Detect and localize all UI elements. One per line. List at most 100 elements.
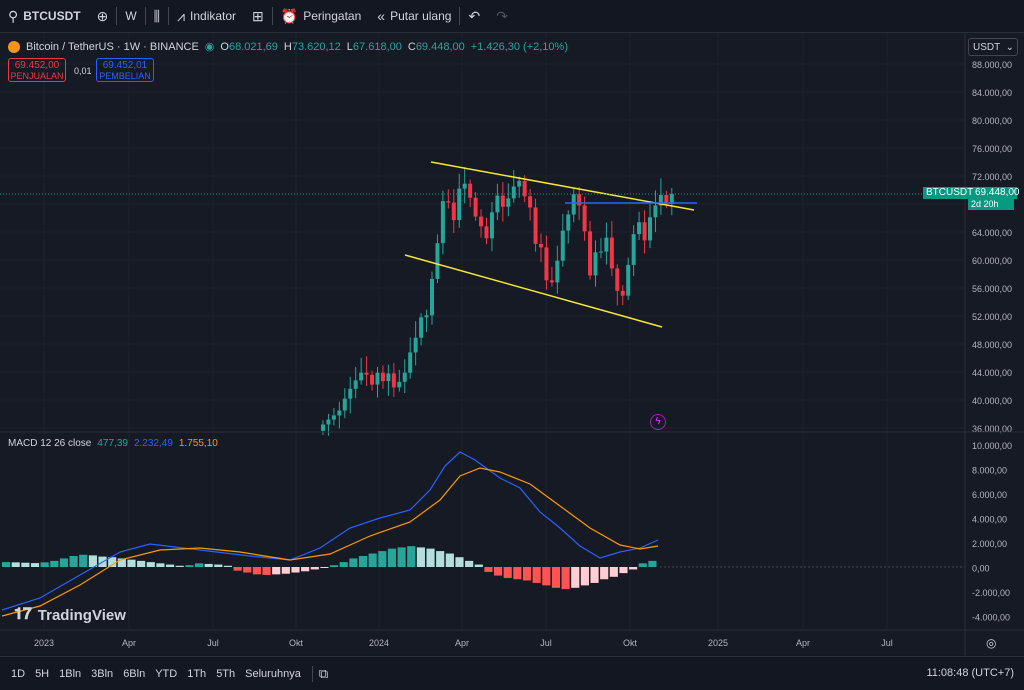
- candle-body: [631, 234, 636, 265]
- close-value: 69.448,00: [415, 40, 465, 53]
- candle-body: [560, 230, 565, 261]
- time-tick-label: Apr: [122, 638, 136, 648]
- candle-body: [391, 373, 396, 388]
- macd-histogram-bar: [301, 567, 310, 572]
- macd-histogram-bar: [69, 555, 78, 567]
- macd-histogram-bar: [358, 555, 368, 567]
- macd-signal-value: 1.755,10: [178, 438, 218, 449]
- candle-body: [446, 201, 451, 203]
- time-tick-label: Jul: [540, 638, 552, 648]
- macd-histogram-bar: [494, 567, 503, 576]
- macd-histogram-bar: [349, 558, 358, 567]
- price-tick-label: 40.000,00: [972, 396, 1012, 406]
- macd-histogram-bar: [2, 562, 11, 567]
- range-button-seluruhnya[interactable]: Seluruhnya: [240, 668, 306, 680]
- eye-icon[interactable]: ◉: [205, 40, 215, 53]
- macd-histogram-bar: [11, 562, 20, 567]
- macd-legend: MACD 12 26 close 477,39 2.232,49 1.755,1…: [8, 438, 218, 449]
- chevron-down-icon: ⌄: [1005, 42, 1014, 53]
- range-button-5h[interactable]: 5H: [30, 668, 54, 680]
- candle-body: [495, 195, 500, 213]
- price-tick-label: 60.000,00: [972, 256, 1012, 266]
- candle-body: [462, 183, 467, 189]
- price-tick-label: 76.000,00: [972, 144, 1012, 154]
- time-tick-label: Apr: [796, 638, 810, 648]
- macd-histogram-bar: [204, 563, 213, 567]
- price-tick-label: 84.000,00: [972, 88, 1012, 98]
- candle-body: [533, 207, 538, 244]
- macd-histogram-bar: [600, 567, 609, 580]
- candle-body: [511, 186, 516, 199]
- macd-histogram-bar: [214, 564, 223, 567]
- macd-histogram-bar: [40, 562, 49, 567]
- candle-body: [489, 212, 494, 239]
- price-tick-label: 44.000,00: [972, 368, 1012, 378]
- candle-body: [321, 424, 325, 431]
- candle-body: [413, 337, 418, 353]
- price-chart[interactable]: 88.000,00 84.000,00 80.000,00 76.000,00 72.0…: [0, 0, 1024, 656]
- range-button-6bln[interactable]: 6Bln: [118, 668, 150, 680]
- candle-body: [500, 195, 505, 207]
- macd-histogram-bar: [474, 564, 483, 567]
- range-button-3bln[interactable]: 3Bln: [86, 668, 118, 680]
- candle-body: [451, 202, 456, 221]
- candle-body: [626, 264, 631, 296]
- date-range-icon[interactable]: ⧉: [319, 666, 328, 682]
- buy-button[interactable]: 69.452,01 PEMBELIAN: [96, 58, 154, 82]
- macd-histogram-bar: [330, 565, 339, 567]
- macd-histogram-bar: [551, 567, 561, 588]
- tradingview-logo[interactable]: 𝟏𝟕 TradingView: [14, 606, 126, 624]
- range-button-1bln[interactable]: 1Bln: [54, 668, 86, 680]
- macd-histogram-bar: [542, 567, 551, 586]
- currency-select[interactable]: USDT ⌄: [968, 38, 1018, 56]
- macd-value: 2.232,49: [133, 438, 173, 449]
- time-tick-label: Jul: [207, 638, 219, 648]
- macd-histogram-bar: [445, 553, 454, 567]
- lightning-icon[interactable]: ϟ: [650, 414, 666, 430]
- high-value: 73.620,12: [291, 40, 341, 53]
- candle-body: [528, 196, 533, 208]
- macd-histogram-bar: [368, 553, 377, 567]
- sell-button[interactable]: 69.452,00 PENJUALAN: [8, 58, 66, 82]
- candle-body: [609, 237, 614, 269]
- candle-body: [582, 205, 587, 232]
- settings-icon[interactable]: ◎: [986, 636, 996, 650]
- price-tag-countdown: 2d 20h: [968, 199, 1014, 210]
- macd-histogram-bar: [166, 564, 175, 567]
- range-button-1d[interactable]: 1D: [6, 668, 30, 680]
- macd-histogram-bar: [638, 563, 647, 567]
- last-price-tag: BTCUSDT 69.448,00 2d 20h: [923, 187, 1020, 211]
- candle-body: [593, 252, 598, 276]
- candle-body: [457, 188, 462, 221]
- candle-body: [430, 278, 434, 316]
- brand-label: TradingView: [37, 606, 126, 624]
- time-tick-label: Okt: [623, 638, 638, 648]
- open-label: O: [220, 40, 229, 53]
- candle-body: [571, 194, 576, 215]
- time-tick-label: 2023: [34, 638, 54, 648]
- macd-histogram-bar: [397, 547, 406, 567]
- macd-histogram-bar: [310, 567, 319, 570]
- candle-body: [637, 222, 642, 235]
- candle-body: [419, 317, 424, 338]
- macd-tick-label: -2.000,00: [972, 588, 1010, 598]
- close-label: C: [407, 40, 416, 53]
- candle-body: [435, 243, 440, 279]
- macd-histogram-bar: [580, 567, 589, 586]
- range-button-1th[interactable]: 1Th: [182, 668, 211, 680]
- price-tick-label: 64.000,00: [972, 228, 1012, 238]
- candle-body: [397, 381, 402, 388]
- time-tick-label: 2025: [708, 638, 728, 648]
- macd-histogram-bar: [648, 560, 657, 567]
- clock[interactable]: 11:08:48 (UTC+7): [926, 667, 1014, 679]
- candle-body: [326, 419, 331, 425]
- macd-tick-label: 4.000,00: [972, 515, 1007, 525]
- candle-body: [615, 268, 620, 291]
- macd-label: MACD 12 26 close: [8, 438, 92, 449]
- macd-hist-value: 477,39: [97, 438, 128, 449]
- spread-value: 0,01: [74, 66, 92, 76]
- candle-body: [517, 180, 522, 187]
- legend-title: Bitcoin / TetherUS · 1W · BINANCE: [26, 40, 199, 53]
- range-button-ytd[interactable]: YTD: [150, 668, 182, 680]
- range-button-5th[interactable]: 5Th: [211, 668, 240, 680]
